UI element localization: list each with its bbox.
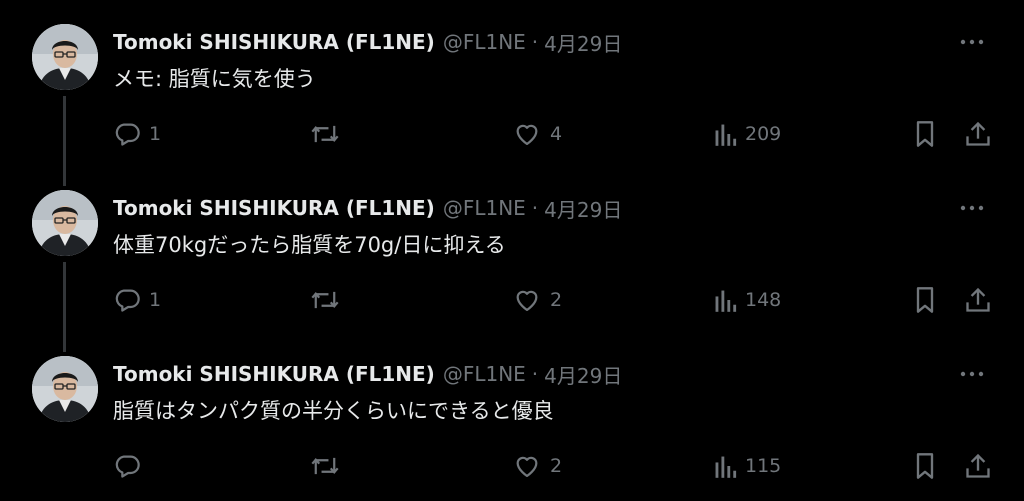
separator: ·: [531, 196, 539, 220]
share-icon: [966, 121, 990, 146]
like-count: 4: [550, 123, 563, 145]
like-count: 2: [550, 289, 563, 311]
reply-button[interactable]: 1: [113, 118, 161, 150]
reply-count: 1: [149, 289, 162, 311]
retweet-button[interactable]: [310, 450, 348, 482]
tweet-date[interactable]: 4月29日: [544, 360, 622, 389]
tweet-text: 体重70kgだったら脂質を70g/日に抑える: [113, 233, 506, 257]
like-button[interactable]: 2: [512, 284, 562, 316]
avatar[interactable]: [32, 356, 98, 422]
like-icon: [516, 124, 538, 146]
author-handle[interactable]: @FL1NE: [443, 30, 526, 54]
reply-button[interactable]: [113, 450, 149, 482]
tweet[interactable]: Tomoki SHISHIKURA (FL1NE) @FL1NE · 4月29日…: [0, 0, 1024, 186]
tweet-actions: 1 2 148: [0, 284, 1024, 316]
author-handle[interactable]: @FL1NE: [443, 362, 526, 386]
like-count: 2: [550, 455, 563, 477]
separator: ·: [531, 362, 539, 386]
tweet[interactable]: Tomoki SHISHIKURA (FL1NE) @FL1NE · 4月29日…: [0, 332, 1024, 498]
tweet-header: Tomoki SHISHIKURA (FL1NE) @FL1NE · 4月29日: [113, 359, 622, 389]
author-handle[interactable]: @FL1NE: [443, 196, 526, 220]
tweet-date[interactable]: 4月29日: [544, 194, 622, 223]
bookmark-icon: [916, 121, 934, 147]
share-button[interactable]: [964, 118, 992, 150]
reply-count: 1: [149, 123, 162, 145]
views-icon: [715, 290, 737, 312]
like-button[interactable]: 4: [512, 118, 562, 150]
avatar[interactable]: [32, 24, 98, 90]
view-count: 115: [745, 455, 782, 477]
retweet-button[interactable]: [310, 118, 348, 150]
author-name[interactable]: Tomoki SHISHIKURA (FL1NE): [113, 30, 435, 54]
retweet-icon: [311, 291, 339, 309]
author-name[interactable]: Tomoki SHISHIKURA (FL1NE): [113, 196, 435, 220]
retweet-icon: [311, 125, 339, 143]
bookmark-button[interactable]: [912, 118, 938, 150]
views-icon: [715, 124, 737, 146]
avatar[interactable]: [32, 190, 98, 256]
bookmark-button[interactable]: [912, 450, 938, 482]
views-icon: [715, 456, 737, 478]
views-button[interactable]: 209: [713, 118, 781, 150]
bookmark-button[interactable]: [912, 284, 938, 316]
views-button[interactable]: 115: [713, 450, 781, 482]
more-options-icon[interactable]: [958, 194, 986, 222]
like-button[interactable]: 2: [512, 450, 562, 482]
tweet-date[interactable]: 4月29日: [544, 28, 622, 57]
tweet-header: Tomoki SHISHIKURA (FL1NE) @FL1NE · 4月29日: [113, 193, 622, 223]
share-icon: [966, 287, 990, 312]
like-icon: [516, 456, 538, 478]
reply-button[interactable]: 1: [113, 284, 161, 316]
more-options-icon[interactable]: [958, 360, 986, 388]
like-icon: [516, 290, 538, 312]
reply-icon: [115, 289, 140, 312]
bookmark-icon: [916, 453, 934, 479]
view-count: 209: [745, 123, 782, 145]
tweet-text: 脂質はタンパク質の半分くらいにできると優良: [113, 399, 554, 423]
tweet-actions: 2 115: [0, 450, 1024, 482]
retweet-icon: [311, 457, 339, 475]
retweet-button[interactable]: [310, 284, 348, 316]
tweet-text: メモ: 脂質に気を使う: [113, 67, 316, 91]
tweet-header: Tomoki SHISHIKURA (FL1NE) @FL1NE · 4月29日: [113, 27, 622, 57]
share-button[interactable]: [964, 284, 992, 316]
view-count: 148: [745, 289, 782, 311]
tweet[interactable]: Tomoki SHISHIKURA (FL1NE) @FL1NE · 4月29日…: [0, 166, 1024, 352]
tweet-actions: 1 4 209: [0, 118, 1024, 150]
reply-icon: [115, 455, 140, 478]
bookmark-icon: [916, 287, 934, 313]
reply-icon: [115, 123, 140, 146]
author-name[interactable]: Tomoki SHISHIKURA (FL1NE): [113, 362, 435, 386]
views-button[interactable]: 148: [713, 284, 781, 316]
share-icon: [966, 453, 990, 478]
more-options-icon[interactable]: [958, 28, 986, 56]
share-button[interactable]: [964, 450, 992, 482]
separator: ·: [531, 30, 539, 54]
